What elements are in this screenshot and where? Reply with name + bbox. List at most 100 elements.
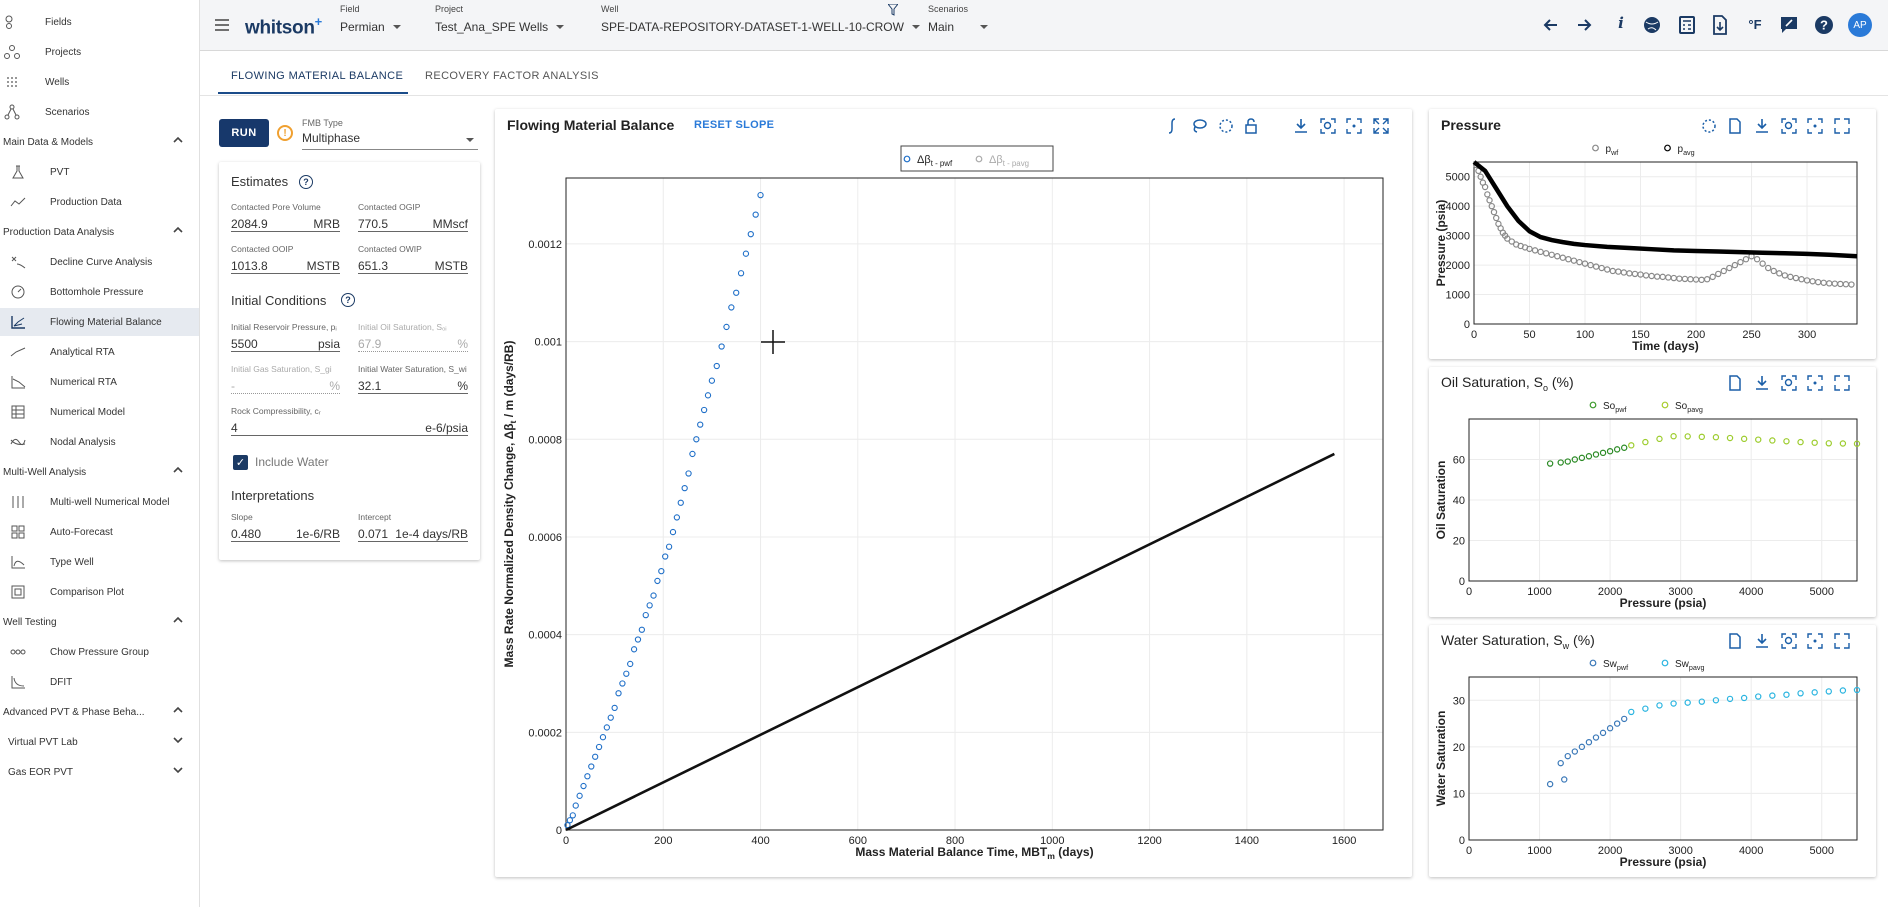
initial-reservoir-pressure-input[interactable]: Initial Reservoir Pressure, pᵢ 5500 psia	[231, 322, 340, 352]
autoscale-icon[interactable]	[1806, 117, 1824, 135]
sidebar-item-projects[interactable]: Projects	[0, 38, 199, 66]
select-icon[interactable]	[1217, 117, 1235, 135]
fullscreen-icon[interactable]	[1833, 632, 1851, 650]
caret-down-icon	[556, 25, 565, 29]
download-file-icon[interactable]	[1709, 14, 1731, 36]
fullscreen-icon[interactable]	[1833, 374, 1851, 392]
pressure-chart[interactable]: pwf pavg0 50 100 150 200 250 300010002000300040…	[1429, 138, 1876, 358]
download-icon[interactable]	[1753, 117, 1771, 135]
calculator-icon[interactable]	[1676, 14, 1698, 36]
rock-compressibility-input[interactable]: Rock Compressibility, cᵣ 4 e-6/psia	[231, 406, 468, 436]
sidebar-item-comparison-plot[interactable]: Comparison Plot	[0, 578, 199, 606]
water-saturation-chart[interactable]: Swpwf Swpavg0 1000 2000 3000 4000 50000102030P…	[1429, 653, 1876, 875]
legend-label[interactable]: Sopavg	[1675, 401, 1703, 414]
scenarios-select[interactable]: Scenarios Main	[928, 4, 989, 34]
legend-label[interactable]: pavg	[1678, 144, 1695, 157]
sidebar-item-numerical-rta[interactable]: Numerical RTA	[0, 368, 199, 396]
fmb-chart[interactable]: Δβt - pwf Δβt - pavg0 200 400 600 800 1000 1200…	[495, 140, 1412, 875]
globe-icon[interactable]	[1641, 14, 1663, 36]
reset-slope-button[interactable]: RESET SLOPE	[694, 119, 774, 131]
title-text: Water Saturation, S	[1441, 632, 1563, 648]
sidebar-section-multi-well-analysis[interactable]: Multi-Well Analysis	[0, 458, 199, 486]
sidebar-item-type-well[interactable]: Type Well	[0, 548, 199, 576]
warning-icon[interactable]: !	[277, 125, 293, 141]
file-icon[interactable]	[1726, 632, 1744, 650]
autoscale-icon[interactable]	[1345, 117, 1363, 135]
legend-label[interactable]: Swpavg	[1675, 659, 1705, 672]
zoom-icon[interactable]	[1780, 632, 1798, 650]
back-arrow-icon[interactable]	[1540, 14, 1562, 36]
sidebar-section-virtual-pvt-lab[interactable]: Virtual PVT Lab	[0, 728, 199, 756]
sidebar-item-multiwell-numerical-model[interactable]: Multi-well Numerical Model	[0, 488, 199, 516]
help-icon[interactable]: ?	[299, 175, 313, 189]
x-tick-label: 100	[1576, 329, 1594, 341]
menu-icon[interactable]	[214, 18, 230, 32]
sidebar-item-pvt[interactable]: PVT	[0, 158, 199, 186]
sidebar-item-label: Auto-Forecast	[50, 526, 113, 538]
sidebar-section-production-data-analysis[interactable]: Production Data Analysis	[0, 218, 199, 246]
legend-label[interactable]: Swpwf	[1603, 659, 1628, 672]
tab-flowing-material-balance[interactable]: FLOWING MATERIAL BALANCE	[231, 70, 403, 82]
sidebar-item-production-data[interactable]: Production Data	[0, 188, 199, 216]
legend-label[interactable]: pwf	[1606, 144, 1619, 157]
sidebar-item-nodal-analysis[interactable]: Nodal Analysis	[0, 428, 199, 456]
forward-arrow-icon[interactable]	[1573, 14, 1595, 36]
logo[interactable]: whitson+	[245, 14, 322, 39]
sidebar-item-wells[interactable]: Wells	[0, 68, 199, 96]
temperature-unit-icon[interactable]: °F	[1744, 14, 1766, 36]
field-label: Initial Gas Saturation, S_gi	[231, 364, 332, 374]
initial-water-saturation-input[interactable]: Initial Water Saturation, S_wi 32.1%	[358, 364, 468, 394]
run-button[interactable]: RUN	[219, 119, 269, 147]
sidebar-item-auto-forecast[interactable]: Auto-Forecast	[0, 518, 199, 546]
integral-icon[interactable]	[1163, 117, 1181, 135]
sidebar-item-bottomhole-pressure[interactable]: Bottomhole Pressure	[0, 278, 199, 306]
sidebar-section-well-testing[interactable]: Well Testing	[0, 608, 199, 636]
autoscale-icon[interactable]	[1806, 374, 1824, 392]
plot-area	[1468, 676, 1858, 841]
help-icon[interactable]: ?	[1813, 14, 1835, 36]
autoscale-icon[interactable]	[1806, 632, 1824, 650]
field-select[interactable]: Field Permian	[340, 4, 401, 34]
sidebar-section-main-data[interactable]: Main Data & Models	[0, 128, 199, 156]
info-icon[interactable]: i	[1610, 14, 1632, 36]
filter-icon[interactable]	[888, 4, 898, 16]
intercept-input[interactable]: Intercept 0.071 1e-4 days/RB	[358, 512, 468, 542]
download-icon[interactable]	[1292, 117, 1310, 135]
project-select[interactable]: Project Test_Ana_SPE Wells	[435, 4, 565, 34]
tab-recovery-factor-analysis[interactable]: RECOVERY FACTOR ANALYSIS	[425, 70, 599, 82]
download-icon[interactable]	[1753, 632, 1771, 650]
feedback-icon[interactable]	[1778, 14, 1800, 36]
sidebar-item-analytical-rta[interactable]: Analytical RTA	[0, 338, 199, 366]
zoom-icon[interactable]	[1319, 117, 1337, 135]
avatar[interactable]: AP	[1848, 13, 1872, 37]
sidebar-section-gas-eor-pvt[interactable]: Gas EOR PVT	[0, 758, 199, 786]
file-icon[interactable]	[1726, 117, 1744, 135]
include-water-checkbox[interactable]: ✓	[233, 455, 248, 470]
zoom-icon[interactable]	[1780, 117, 1798, 135]
slope-input[interactable]: Slope 0.480 1e-6/RB	[231, 512, 340, 542]
help-icon[interactable]: ?	[341, 293, 355, 307]
include-water-label: Include Water	[255, 455, 329, 469]
download-icon[interactable]	[1753, 374, 1771, 392]
fullscreen-icon[interactable]	[1833, 117, 1851, 135]
field-unit: e-6/psia	[425, 421, 468, 435]
sidebar-item-decline-curve-analysis[interactable]: Decline Curve Analysis	[0, 248, 199, 276]
sidebar-item-numerical-model[interactable]: Numerical Model	[0, 398, 199, 426]
sidebar-item-flowing-material-balance[interactable]: Flowing Material Balance	[0, 308, 199, 336]
fullscreen-icon[interactable]	[1372, 117, 1390, 135]
zoom-icon[interactable]	[1780, 374, 1798, 392]
oil-saturation-chart[interactable]: Sopwf Sopavg0 1000 2000 3000 4000 50000204060P…	[1429, 395, 1876, 615]
file-icon[interactable]	[1726, 374, 1744, 392]
select-icon[interactable]	[1700, 117, 1718, 135]
sidebar-item-scenarios[interactable]: Scenarios	[0, 98, 199, 126]
sidebar-item-chow-pressure-group[interactable]: Chow Pressure Group	[0, 638, 199, 666]
top-bar: whitson+ Field Permian Project Test_Ana_…	[200, 0, 1888, 51]
well-select[interactable]: Well SPE-DATA-REPOSITORY-DATASET-1-WELL-…	[601, 4, 920, 34]
sidebar-section-advanced-pvt[interactable]: Advanced PVT & Phase Beha...	[0, 698, 199, 726]
legend-label[interactable]: Sopwf	[1603, 401, 1626, 414]
sidebar-item-dfit[interactable]: DFIT	[0, 668, 199, 696]
fmb-type-select[interactable]: FMB Type Multiphase	[302, 118, 478, 150]
lasso-icon[interactable]	[1190, 117, 1208, 135]
lock-icon[interactable]	[1243, 117, 1261, 135]
sidebar-item-fields[interactable]: Fields	[0, 8, 199, 36]
